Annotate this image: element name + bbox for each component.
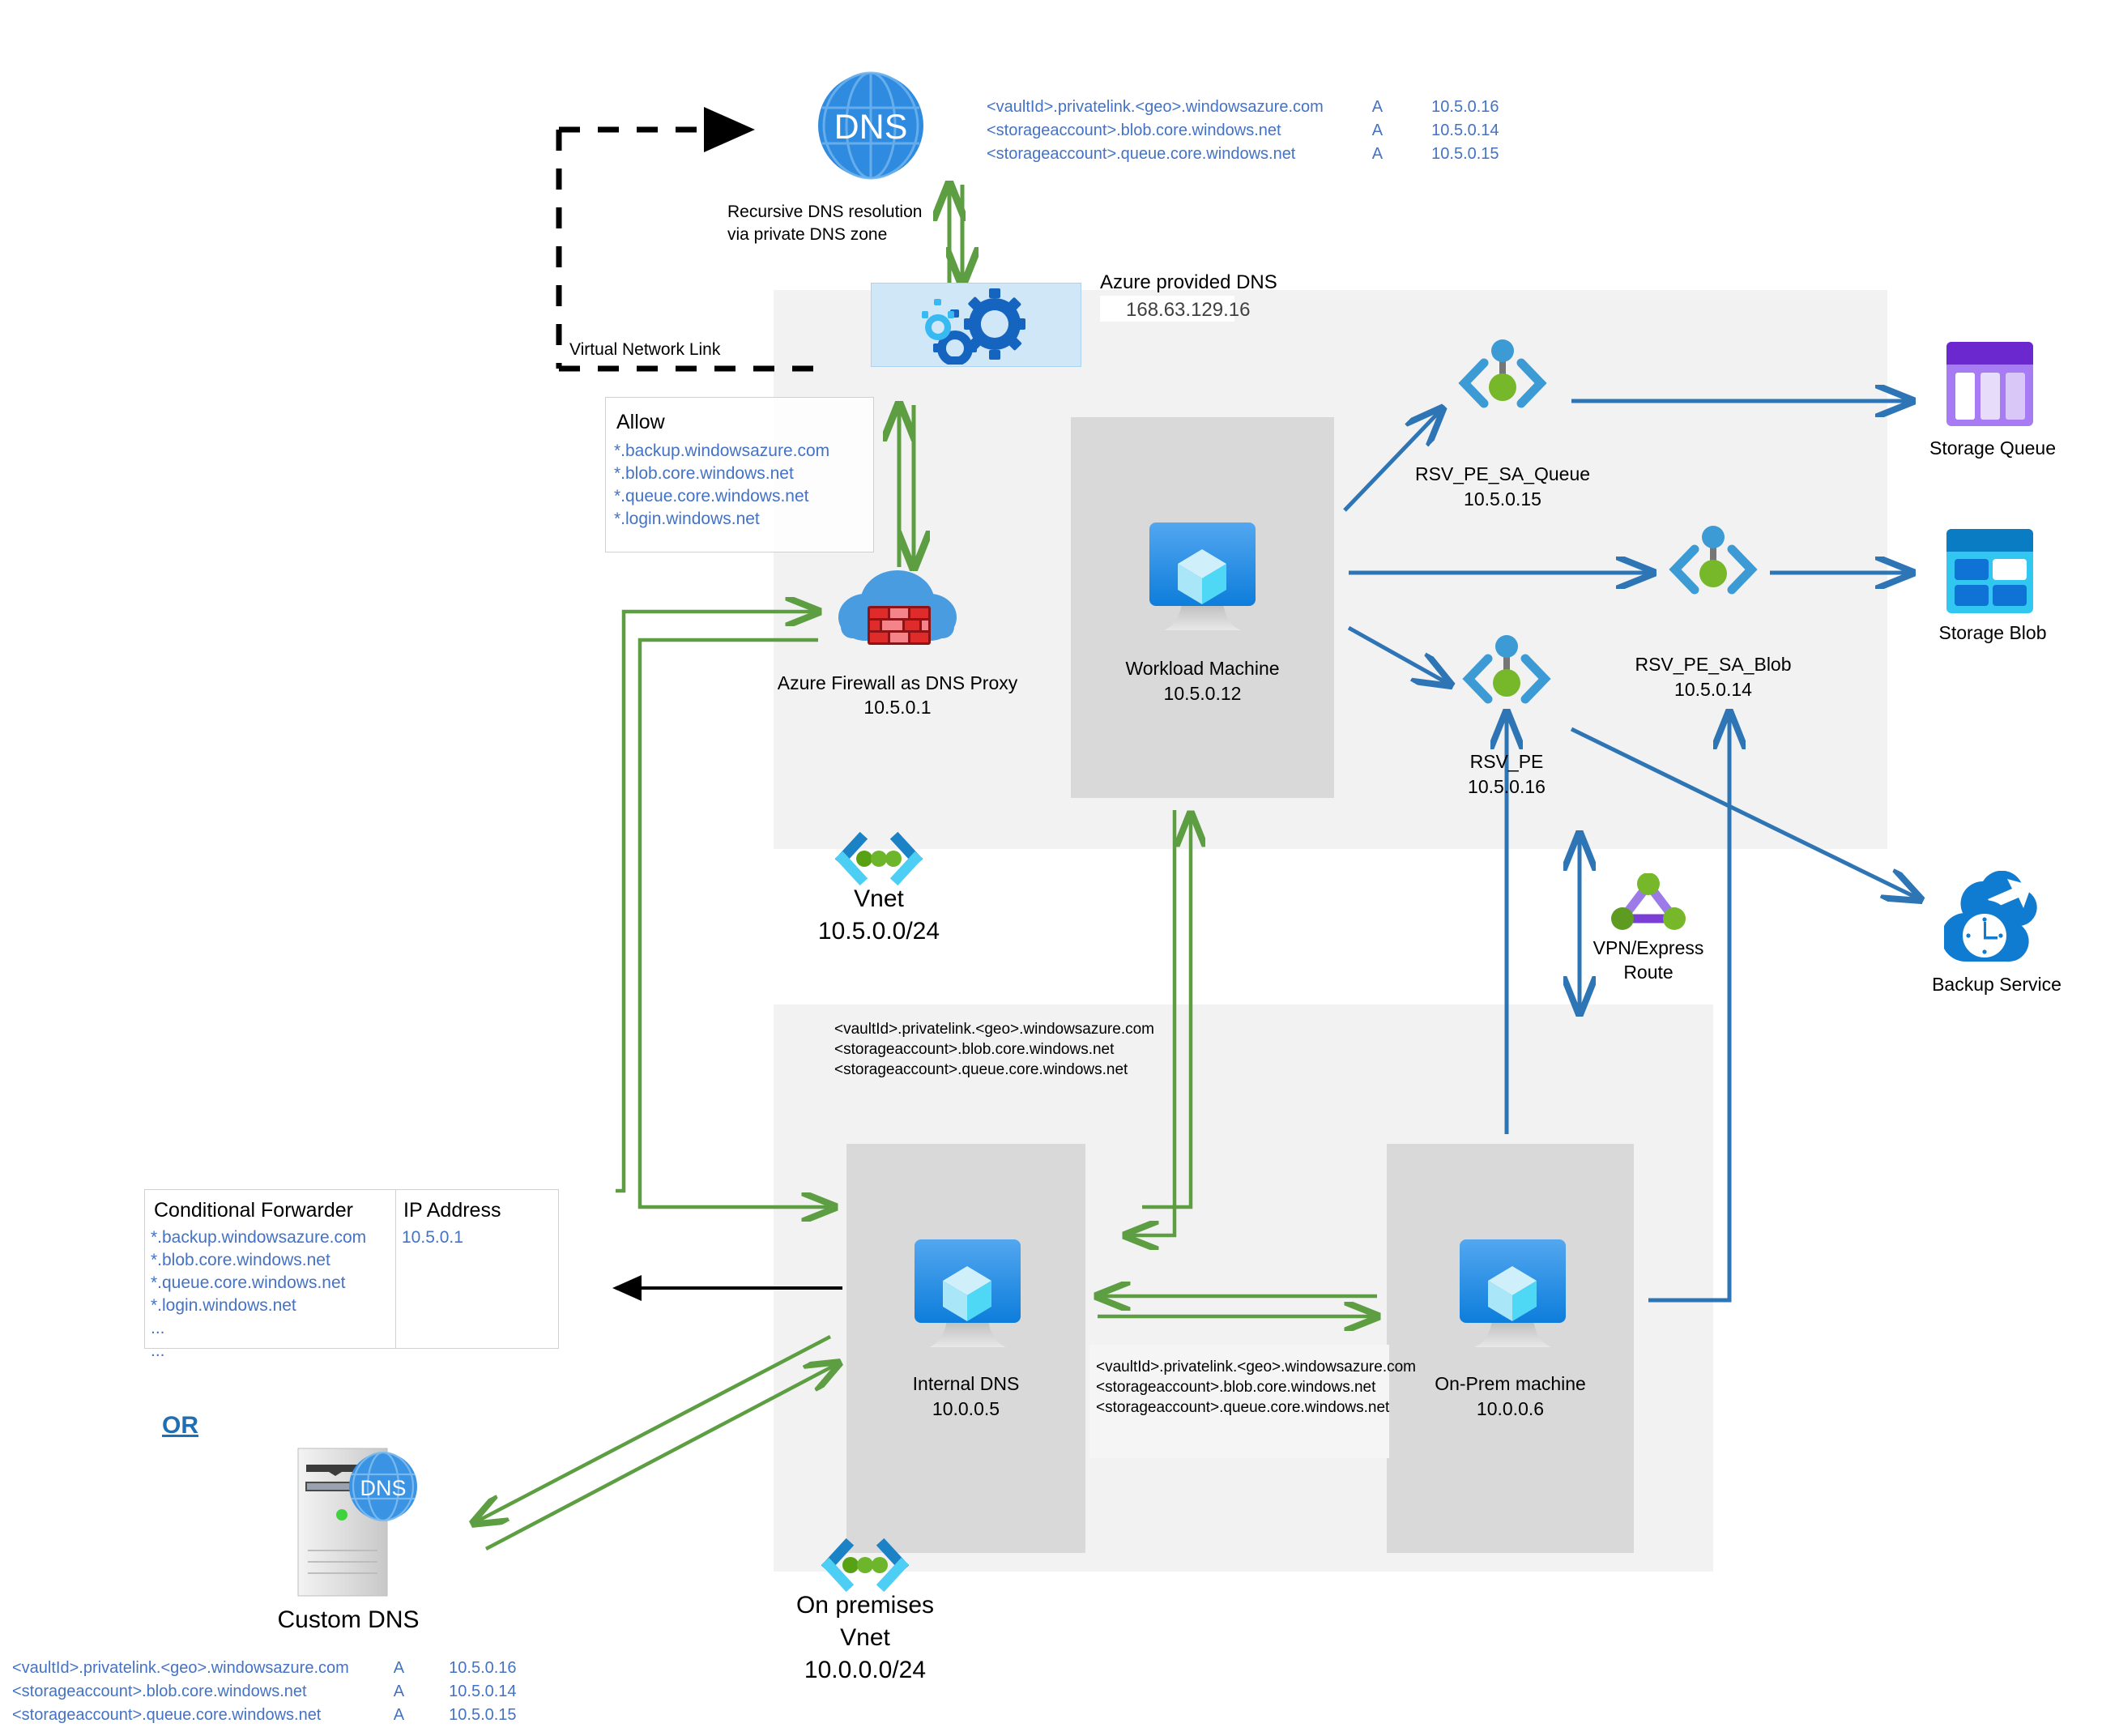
top-dns-records: <vaultId>.privatelink.<geo>.windowsazure…	[987, 96, 1499, 166]
table-row: <vaultId>.privatelink.<geo>.windowsazure…	[12, 1657, 517, 1680]
fqdn-line: <vaultId>.privatelink.<geo>.windowsazure…	[834, 1021, 1155, 1038]
allow-entry: *.blob.core.windows.net	[614, 464, 794, 483]
fqdn-block-mid: <vaultId>.privatelink.<geo>.windowsazure…	[834, 1019, 1154, 1080]
private-endpoint-rsv-icon	[1454, 632, 1559, 725]
ip-address-title: IP Address	[403, 1199, 501, 1222]
allow-entry: *.queue.core.windows.net	[614, 487, 809, 505]
top-dns-records-table: <vaultId>.privatelink.<geo>.windowsazure…	[987, 96, 1499, 166]
azure-provided-dns-title: Azure provided DNS	[1100, 271, 1277, 293]
internal-dns-label: Internal DNS	[912, 1373, 1020, 1394]
storage-blob-icon	[1940, 523, 2040, 620]
pe-rsv-ip: 10.5.0.16	[1468, 776, 1546, 797]
vpn-express-route-icon	[1608, 873, 1689, 932]
fqdn-line: <storageaccount>.blob.core.windows.net	[834, 1041, 1115, 1059]
diagram-canvas: DNS <vaultId>.privatelink.<geo>.windowsa…	[0, 0, 2102, 1736]
private-endpoint-blob-icon	[1661, 523, 1766, 616]
workload-machine-icon	[1132, 518, 1273, 636]
vnet-name: Vnet	[854, 885, 904, 912]
pe-queue-label: RSV_PE_SA_Queue	[1414, 463, 1591, 484]
record-name: <vaultId>.privatelink.<geo>.windowsazure…	[987, 98, 1324, 116]
onprem-vnet-cidr: 10.0.0.0/24	[804, 1657, 927, 1683]
firewall-ip: 10.5.0.1	[863, 697, 932, 718]
vpn-express-route-label: VPN/Express Route	[1592, 937, 1704, 983]
record-type: A	[393, 1706, 405, 1724]
dns-badge: DNS	[349, 1451, 417, 1522]
fqdn-block-low: <vaultId>.privatelink.<geo>.windowsazure…	[1096, 1357, 1416, 1418]
onprem-machine-label: On-Prem machine	[1435, 1373, 1586, 1394]
allow-entry: *.backup.windowsazure.com	[614, 441, 830, 460]
record-type: A	[393, 1659, 405, 1677]
pe-rsv-label: RSV_PE	[1469, 751, 1544, 772]
record-ip: 10.5.0.16	[449, 1659, 517, 1677]
conditional-forwarder-entry: *.queue.core.windows.net	[151, 1273, 346, 1292]
svg-text:DNS: DNS	[360, 1476, 406, 1500]
bottom-dns-records-table: <vaultId>.privatelink.<geo>.windowsazure…	[12, 1657, 517, 1727]
azure-firewall-icon	[833, 567, 962, 660]
record-ip: 10.5.0.15	[1431, 145, 1499, 163]
pe-blob-label: RSV_PE_SA_Blob	[1635, 654, 1792, 675]
virtual-network-link-label: Virtual Network Link	[569, 340, 721, 359]
svg-text:DNS: DNS	[834, 108, 908, 147]
or-label: OR	[162, 1412, 198, 1439]
firewall-label: Azure Firewall as DNS Proxy	[777, 672, 1018, 693]
record-type: A	[1371, 122, 1384, 139]
custom-dns-icon: DNS	[275, 1442, 425, 1600]
fqdn-line: <storageaccount>.queue.core.windows.net	[1096, 1399, 1390, 1417]
record-name: <storageaccount>.blob.core.windows.net	[987, 122, 1281, 139]
allow-box-title: Allow	[616, 411, 665, 433]
conditional-forwarder-entry: *.login.windows.net	[151, 1296, 296, 1315]
table-row: <storageaccount>.blob.core.windows.net A…	[987, 119, 1499, 143]
record-ip: 10.5.0.15	[449, 1706, 517, 1724]
record-name: <storageaccount>.blob.core.windows.net	[12, 1683, 307, 1700]
backup-service-label: Backup Service	[1932, 974, 2061, 995]
pe-queue-ip: 10.5.0.15	[1464, 488, 1541, 510]
conditional-forwarder-entry: *.backup.windowsazure.com	[151, 1228, 367, 1247]
custom-dns-label: Custom DNS	[277, 1606, 420, 1633]
table-row: <storageaccount>.queue.core.windows.net …	[12, 1704, 517, 1727]
record-type: A	[1371, 145, 1384, 163]
storage-blob-label: Storage Blob	[1938, 622, 2047, 643]
record-name: <storageaccount>.queue.core.windows.net	[987, 145, 1296, 163]
onprem-vnet-name: On premises Vnet	[795, 1592, 935, 1651]
conditional-forwarder-entry: *.blob.core.windows.net	[151, 1251, 330, 1269]
record-type: A	[393, 1683, 405, 1700]
dns-globe-icon: DNS	[814, 69, 927, 182]
table-row: <storageaccount>.blob.core.windows.net A…	[12, 1680, 517, 1704]
onprem-machine-ip: 10.0.0.6	[1476, 1398, 1545, 1419]
record-ip: 10.5.0.16	[1431, 98, 1499, 116]
record-ip: 10.5.0.14	[1431, 122, 1499, 139]
onprem-machine-icon	[1442, 1235, 1584, 1353]
azure-provided-dns-icon	[871, 283, 1081, 367]
conditional-forwarder-entry: ...	[151, 1319, 165, 1337]
record-ip: 10.5.0.14	[449, 1683, 517, 1700]
record-name: <storageaccount>.queue.core.windows.net	[12, 1706, 322, 1724]
record-type: A	[1371, 98, 1384, 116]
record-name: <vaultId>.privatelink.<geo>.windowsazure…	[12, 1659, 349, 1677]
private-endpoint-queue-icon	[1450, 336, 1555, 429]
table-row: <vaultId>.privatelink.<geo>.windowsazure…	[987, 96, 1499, 119]
fqdn-line: <storageaccount>.blob.core.windows.net	[1096, 1379, 1376, 1397]
azure-provided-dns-ip: 168.63.129.16	[1126, 299, 1251, 321]
storage-queue-icon	[1940, 334, 2040, 433]
internal-dns-icon	[897, 1235, 1038, 1353]
backup-service-icon	[1944, 871, 2049, 972]
internal-dns-ip: 10.0.0.5	[932, 1398, 1000, 1419]
bottom-dns-records: <vaultId>.privatelink.<geo>.windowsazure…	[12, 1657, 517, 1727]
ip-address-value: 10.5.0.1	[402, 1228, 463, 1247]
conditional-forwarder-entry: ...	[151, 1341, 165, 1360]
fqdn-line: <storageaccount>.queue.core.windows.net	[834, 1061, 1128, 1079]
vnet-cidr: 10.5.0.0/24	[817, 918, 940, 945]
storage-queue-label: Storage Queue	[1929, 437, 2056, 459]
fqdn-line: <vaultId>.privatelink.<geo>.windowsazure…	[1096, 1359, 1417, 1376]
conditional-forwarder-title: Conditional Forwarder	[154, 1199, 353, 1222]
workload-machine-label: Workload Machine	[1125, 658, 1280, 679]
table-row: <storageaccount>.queue.core.windows.net …	[987, 143, 1499, 166]
recursive-dns-caption: Recursive DNS resolution via private DNS…	[727, 203, 923, 244]
workload-machine-ip: 10.5.0.12	[1163, 683, 1242, 704]
pe-blob-ip: 10.5.0.14	[1674, 679, 1752, 700]
allow-entry: *.login.windows.net	[614, 510, 760, 528]
